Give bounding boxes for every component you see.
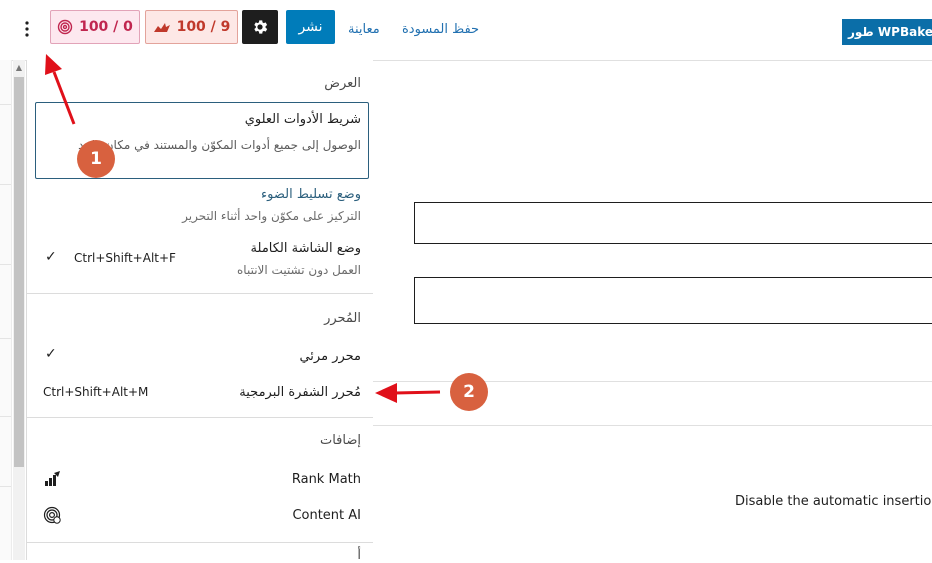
arrow-to-options-head [45,54,62,75]
annotation-badge-2: 2 [450,373,488,411]
annotation-badge-1: 1 [77,140,115,178]
arrow-to-code-editor-line [394,390,441,395]
arrow-to-options-line [52,71,76,125]
arrow-to-code-editor-head [375,383,397,403]
annotation-arrows [45,54,441,403]
